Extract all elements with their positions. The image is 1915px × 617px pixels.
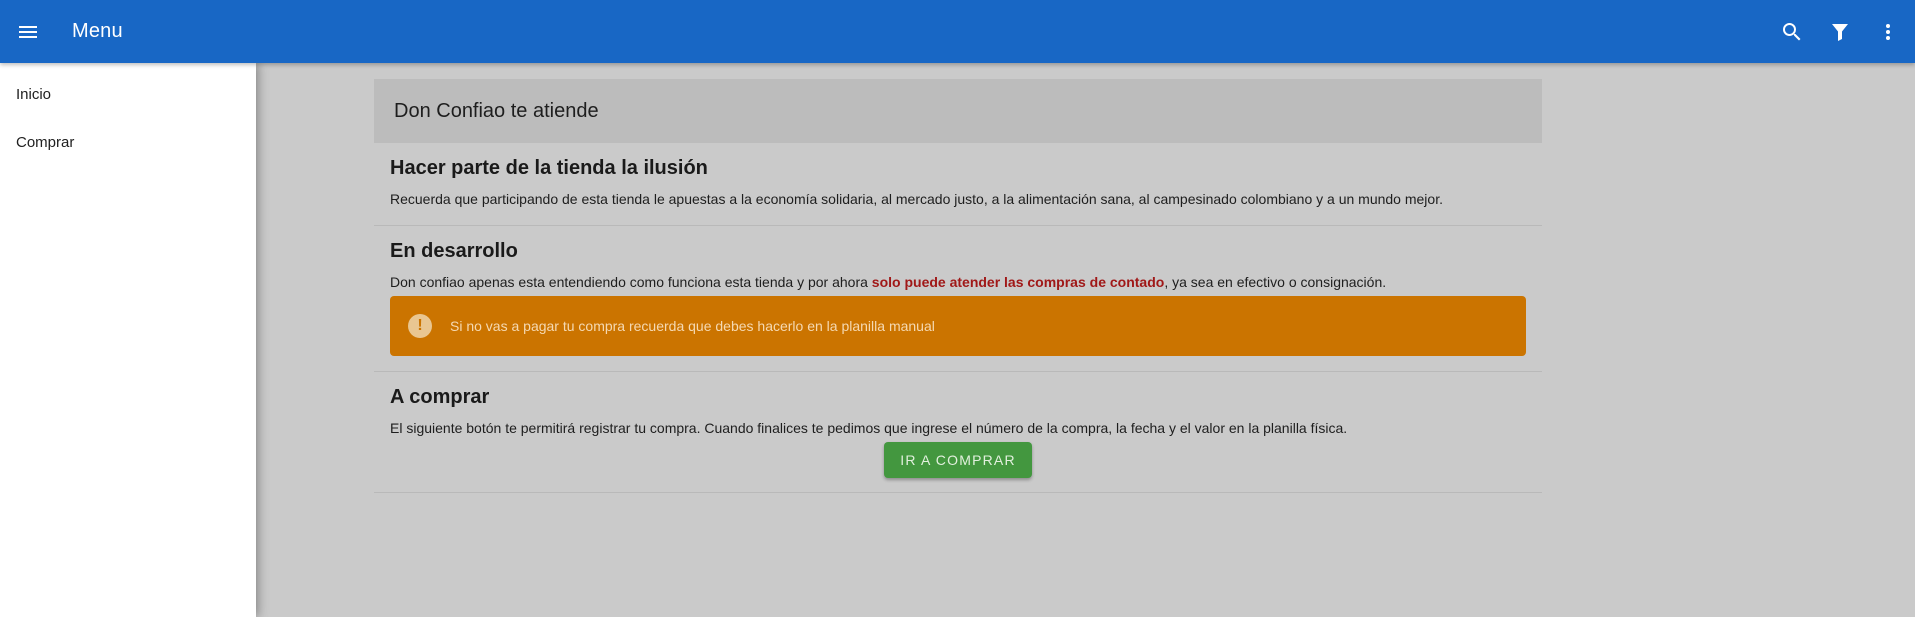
filter-icon[interactable]: [1816, 0, 1864, 63]
exclamation-circle-icon: !: [408, 314, 432, 338]
more-vertical-icon[interactable]: [1864, 0, 1912, 63]
section-title: A comprar: [390, 386, 490, 408]
section-title: En desarrollo: [390, 240, 518, 262]
section-desarrollo: En desarrollo Don confiao apenas esta en…: [374, 226, 1542, 372]
ir-a-comprar-button[interactable]: Ir a comprar: [884, 442, 1032, 478]
search-icon[interactable]: [1768, 0, 1816, 63]
button-row: Ir a comprar: [390, 438, 1526, 492]
drawer-item-comprar[interactable]: Comprar: [0, 119, 256, 167]
alert-text: Si no vas a pagar tu compra recuerda que…: [450, 318, 935, 334]
hamburger-menu-icon[interactable]: [4, 0, 52, 63]
warning-alert: ! Si no vas a pagar tu compra recuerda q…: [390, 296, 1526, 356]
section-text: Don confiao apenas esta entendiendo como…: [390, 272, 1526, 292]
text-after: , ya sea en efectivo o consignación.: [1164, 274, 1387, 290]
drawer-item-inicio[interactable]: Inicio: [0, 71, 256, 119]
section-text: Recuerda que participando de esta tienda…: [390, 191, 1443, 207]
card-header: Don Confiao te atiende: [374, 79, 1542, 143]
highlight-text: solo puede atender las compras de contad…: [871, 274, 1165, 290]
navigation-drawer: Inicio Comprar: [0, 63, 256, 617]
section-text: El siguiente botón te permitirá registra…: [390, 420, 1348, 436]
section-comprar: A comprar El siguiente botón te permitir…: [374, 372, 1542, 493]
text-before: Don confiao apenas esta entendiendo como…: [390, 274, 872, 290]
section-title: Hacer parte de la tienda la ilusión: [390, 157, 708, 179]
main-content: Don Confiao te atiende Hacer parte de la…: [374, 79, 1542, 493]
app-bar: Menu: [0, 0, 1915, 63]
app-title: Menu: [72, 20, 123, 42]
section-ilusion: Hacer parte de la tienda la ilusión Recu…: [374, 143, 1542, 226]
